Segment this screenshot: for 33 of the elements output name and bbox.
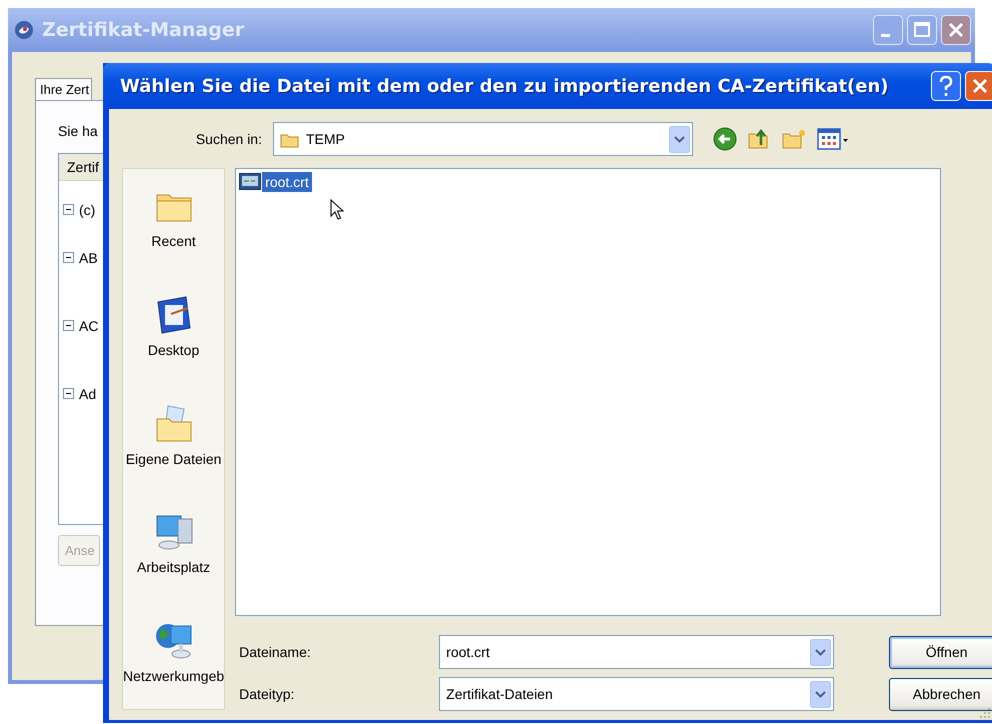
open-button[interactable]: Öffnen: [889, 636, 992, 668]
view-menu-icon[interactable]: [817, 127, 849, 151]
mouse-pointer-icon: [330, 199, 344, 221]
tree-item[interactable]: AB: [79, 250, 98, 266]
place-item[interactable]: Recent: [151, 233, 196, 249]
app-icon: [14, 20, 34, 40]
resize-grip-icon: [980, 708, 990, 718]
file-name-field[interactable]: root.crt: [439, 635, 834, 669]
file-item[interactable]: root.crt: [262, 172, 312, 192]
cancel-button[interactable]: Abbrechen: [889, 678, 992, 710]
collapse-icon[interactable]: [63, 320, 74, 331]
close-icon[interactable]: [941, 15, 971, 45]
look-in-label: Suchen in:: [194, 131, 263, 147]
file-type-dropdown[interactable]: Zertifikat-Dateien: [439, 677, 834, 711]
collapse-icon[interactable]: [63, 204, 74, 215]
file-name-label: Dateiname:: [239, 644, 312, 660]
look-in-dropdown[interactable]: TEMP: [273, 122, 693, 156]
tree-item[interactable]: (c): [79, 202, 96, 218]
collapse-icon[interactable]: [63, 388, 74, 399]
place-item[interactable]: Netzwerkumgeb: [123, 668, 224, 684]
window-title: Zertifikat-Manager: [42, 19, 246, 41]
tree-item[interactable]: AC: [79, 318, 98, 334]
file-type-label: Dateityp:: [239, 686, 296, 702]
place-item[interactable]: Desktop: [148, 342, 200, 358]
collapse-icon[interactable]: [63, 252, 74, 263]
dialog-title: Wählen Sie die Datei mit dem oder den zu importierenden CA-Zertifikat(en): [120, 76, 890, 96]
place-item[interactable]: Arbeitsplatz: [137, 559, 210, 576]
place-item[interactable]: Eigene Dateien: [126, 450, 222, 467]
description-text: Sie ha: [58, 123, 98, 139]
help-icon[interactable]: [931, 71, 961, 101]
certificate-file-icon: [239, 173, 262, 191]
tab[interactable]: Ihre Zert: [35, 78, 92, 100]
tree-item[interactable]: Ad: [79, 386, 96, 402]
